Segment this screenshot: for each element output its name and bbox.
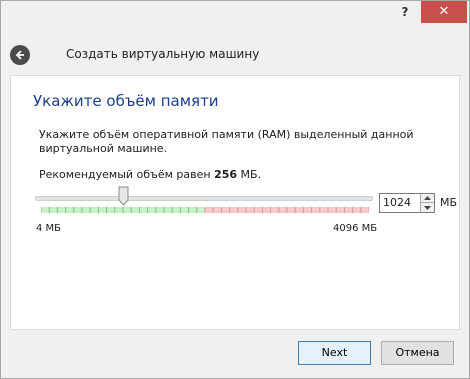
memory-scale-bar [41,207,369,213]
recommended-text: Рекомендуемый объём равен 256 МБ. [39,168,261,181]
chevron-up-icon [424,196,431,200]
max-label: 4096 МБ [333,223,378,234]
title-bar: ? ✕ [1,1,469,31]
memory-slider-thumb[interactable] [118,186,129,206]
memory-spinbox[interactable]: 1024 [379,193,435,213]
scale-ticks [41,207,369,213]
chevron-down-icon [424,205,431,210]
spin-up-button[interactable] [420,194,434,203]
recommended-suffix: МБ. [237,168,262,181]
next-button[interactable]: Next [298,341,371,365]
help-button[interactable]: ? [390,1,420,23]
recommended-value: 256 [214,168,238,181]
wizard-header: Создать виртуальную машину [1,31,469,77]
back-arrow-icon[interactable] [10,45,30,65]
page-title: Укажите объём памяти [33,92,219,110]
close-button[interactable]: ✕ [421,1,467,23]
unit-label: МБ [440,196,458,209]
content-panel: Укажите объём памяти Укажите объём опера… [10,75,460,330]
min-label: 4 МБ [36,223,62,234]
dialog-window: ? ✕ Создать виртуальную машину Укажите о… [0,0,470,379]
memory-slider-track[interactable] [35,196,373,201]
cancel-button[interactable]: Отмена [381,341,454,365]
memory-input-value[interactable]: 1024 [383,196,411,209]
description-text: Укажите объём оперативной памяти (RAM) в… [39,128,414,155]
wizard-title: Создать виртуальную машину [66,47,260,61]
recommended-prefix: Рекомендуемый объём равен [39,168,215,181]
spin-down-button[interactable] [420,203,434,212]
